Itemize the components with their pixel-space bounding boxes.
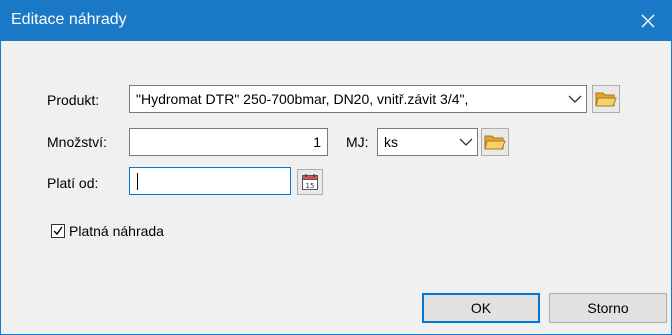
text-caret bbox=[137, 173, 138, 190]
plati-od-label: Platí od: bbox=[47, 175, 99, 191]
chevron-down-icon bbox=[459, 138, 473, 146]
chevron-down-icon bbox=[568, 95, 582, 103]
produkt-browse-button[interactable] bbox=[592, 85, 620, 113]
folder-open-icon bbox=[484, 135, 506, 150]
close-icon bbox=[641, 14, 655, 28]
dialog-window: Editace náhrady Produkt: "Hydromat DTR" … bbox=[0, 0, 672, 335]
produkt-select[interactable]: "Hydromat DTR" 250-700bmar, DN20, vnitř.… bbox=[129, 85, 587, 113]
platna-nahrada-label: Platná náhrada bbox=[69, 223, 164, 239]
mj-value: ks bbox=[384, 134, 398, 150]
checkmark-icon bbox=[53, 226, 63, 236]
svg-text:15: 15 bbox=[306, 182, 315, 190]
ok-button[interactable]: OK bbox=[422, 293, 540, 323]
produkt-label: Produkt: bbox=[47, 92, 100, 108]
mj-label: MJ: bbox=[346, 134, 369, 150]
mj-select[interactable]: ks bbox=[377, 128, 478, 156]
dialog-title: Editace náhrady bbox=[11, 11, 127, 28]
plati-od-input[interactable] bbox=[129, 167, 291, 195]
folder-open-icon bbox=[595, 92, 617, 107]
mnozstvi-label: Množství: bbox=[47, 134, 107, 150]
platna-nahrada-checkbox-row[interactable]: Platná náhrada bbox=[51, 222, 164, 240]
calendar-button[interactable]: 15 bbox=[297, 169, 323, 195]
storno-button[interactable]: Storno bbox=[549, 293, 667, 323]
mnozstvi-value: 1 bbox=[313, 134, 321, 150]
platna-nahrada-checkbox[interactable] bbox=[51, 224, 65, 238]
produkt-value: "Hydromat DTR" 250-700bmar, DN20, vnitř.… bbox=[136, 91, 469, 107]
calendar-icon: 15 bbox=[302, 174, 318, 190]
mnozstvi-input[interactable]: 1 bbox=[129, 128, 328, 156]
close-button[interactable] bbox=[625, 1, 671, 41]
title-bar[interactable]: Editace náhrady bbox=[1, 1, 671, 41]
mj-browse-button[interactable] bbox=[481, 128, 509, 156]
